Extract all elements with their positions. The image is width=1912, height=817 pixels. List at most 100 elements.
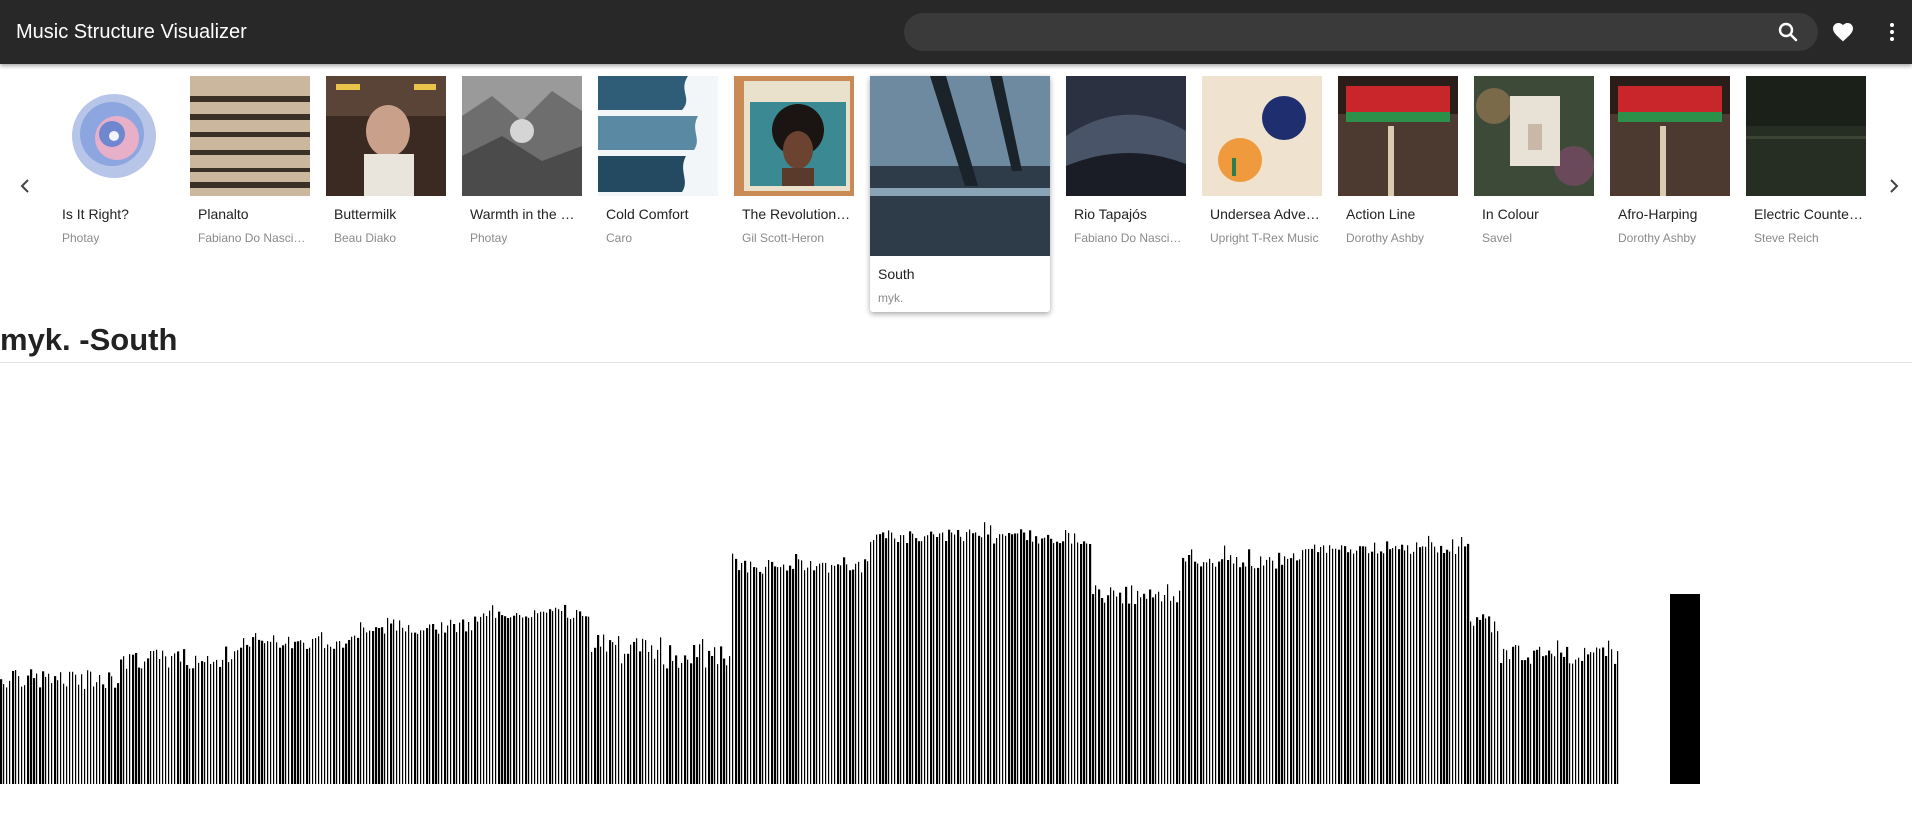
structure-bar — [1500, 663, 1503, 784]
structure-bar — [1110, 587, 1112, 784]
album-card[interactable]: Cold Comfort Caro — [598, 76, 718, 246]
structure-bar — [930, 531, 933, 784]
structure-bar — [1479, 619, 1482, 784]
structure-bar — [141, 668, 143, 784]
structure-bar — [741, 563, 743, 784]
album-card[interactable]: Electric Counterpoint Steve Reich — [1746, 76, 1866, 246]
structure-bar — [1419, 547, 1422, 784]
structure-bar — [1551, 653, 1553, 784]
album-card[interactable]: Planalto Fabiano Do Nascimento — [190, 76, 310, 246]
structure-bar — [789, 565, 792, 784]
structure-bar — [1467, 543, 1470, 784]
album-title: Warmth in the Wilderness — [470, 206, 582, 222]
structure-bar — [570, 619, 572, 784]
structure-bar — [1494, 621, 1496, 784]
structure-bar — [1359, 546, 1362, 784]
album-card[interactable]: Warmth in the Wilderness Photay — [462, 76, 582, 246]
structure-bar — [1020, 529, 1023, 784]
structure-bar — [684, 655, 687, 784]
structure-bar — [852, 569, 855, 784]
structure-bar — [1056, 541, 1059, 784]
structure-bar — [750, 561, 752, 784]
structure-bar — [1236, 557, 1238, 784]
structure-bar — [432, 624, 435, 784]
structure-bar — [663, 664, 665, 784]
album-card-selected[interactable]: South myk. — [870, 76, 1050, 312]
structure-bar — [321, 632, 323, 784]
album-artist: Dorothy Ashby — [1618, 231, 1697, 245]
structure-bar — [1329, 545, 1331, 784]
structure-bar — [150, 651, 152, 784]
search-input[interactable] — [920, 13, 1764, 53]
track-heading: myk. -South — [0, 322, 178, 357]
album-artist: Savel — [1482, 231, 1513, 245]
structure-bar — [1578, 657, 1580, 784]
structure-bar — [1014, 533, 1017, 784]
structure-bar — [1260, 556, 1262, 784]
structure-bar — [489, 610, 491, 784]
structure-bar — [9, 680, 11, 784]
search-field[interactable] — [904, 13, 1818, 53]
structure-bar — [1047, 534, 1050, 784]
structure-bar — [1119, 592, 1122, 784]
structure-bar — [516, 613, 518, 784]
structure-bar — [1437, 552, 1439, 784]
structure-bar — [1248, 549, 1251, 784]
structure-bar — [615, 644, 617, 784]
chevron-left-icon[interactable] — [13, 174, 37, 198]
structure-bar — [576, 610, 578, 784]
structure-bar — [963, 541, 965, 784]
structure-bar — [555, 607, 557, 784]
structure-bar — [924, 536, 926, 784]
structure-visualization — [0, 522, 1700, 784]
album-card[interactable]: Rio Tapajós Fabiano Do Nascimento — [1066, 76, 1186, 246]
structure-bar — [984, 522, 986, 784]
structure-bar — [207, 656, 209, 784]
structure-bar — [132, 654, 135, 784]
structure-bar — [1302, 550, 1304, 784]
structure-bar — [894, 538, 896, 784]
structure-bar — [1524, 660, 1527, 784]
structure-bar — [1284, 556, 1286, 784]
structure-bar — [1509, 659, 1511, 784]
structure-bar — [282, 645, 285, 784]
structure-bar — [1005, 535, 1007, 784]
album-card[interactable]: In Colour Savel — [1474, 76, 1594, 246]
structure-bar — [1311, 548, 1314, 784]
structure-bar — [948, 529, 951, 784]
structure-bar — [1416, 542, 1418, 784]
structure-bar — [798, 559, 800, 784]
structure-bar — [633, 641, 636, 784]
search-icon[interactable] — [1776, 20, 1800, 44]
structure-bar — [1602, 647, 1605, 784]
album-title: Undersea Adventures — [1210, 206, 1322, 222]
structure-bar — [258, 639, 261, 784]
album-card[interactable]: Afro-Harping Dorothy Ashby — [1610, 76, 1730, 246]
structure-bar — [1383, 553, 1385, 784]
structure-bar — [105, 688, 107, 784]
more-vert-icon[interactable] — [1880, 20, 1904, 44]
structure-bar — [426, 628, 429, 784]
structure-bar — [696, 657, 699, 784]
album-card[interactable]: Buttermilk Beau Diako — [326, 76, 446, 246]
structure-bar — [357, 637, 360, 784]
album-card[interactable]: Undersea Adventures Upright T-Rex Music — [1202, 76, 1322, 246]
structure-bar — [1209, 558, 1211, 784]
structure-bar — [648, 651, 650, 784]
favorites-heart-icon[interactable] — [1831, 20, 1855, 44]
album-title: Is It Right? — [62, 206, 129, 222]
album-card[interactable]: The Revolution Will Not Be Televised Gil… — [734, 76, 854, 246]
structure-bar — [774, 566, 777, 784]
structure-bar — [204, 662, 206, 784]
structure-bar — [135, 653, 138, 784]
structure-bar — [738, 570, 741, 784]
structure-bar — [1491, 632, 1493, 784]
structure-bar — [624, 653, 626, 784]
app-title: Music Structure Visualizer — [16, 21, 247, 43]
structure-bar — [1542, 656, 1545, 784]
chevron-right-icon[interactable] — [1882, 174, 1906, 198]
structure-bar — [66, 686, 68, 784]
structure-bar — [672, 661, 674, 784]
album-card[interactable]: Action Line Dorothy Ashby — [1338, 76, 1458, 246]
album-card[interactable]: Is It Right? Photay — [54, 76, 174, 246]
